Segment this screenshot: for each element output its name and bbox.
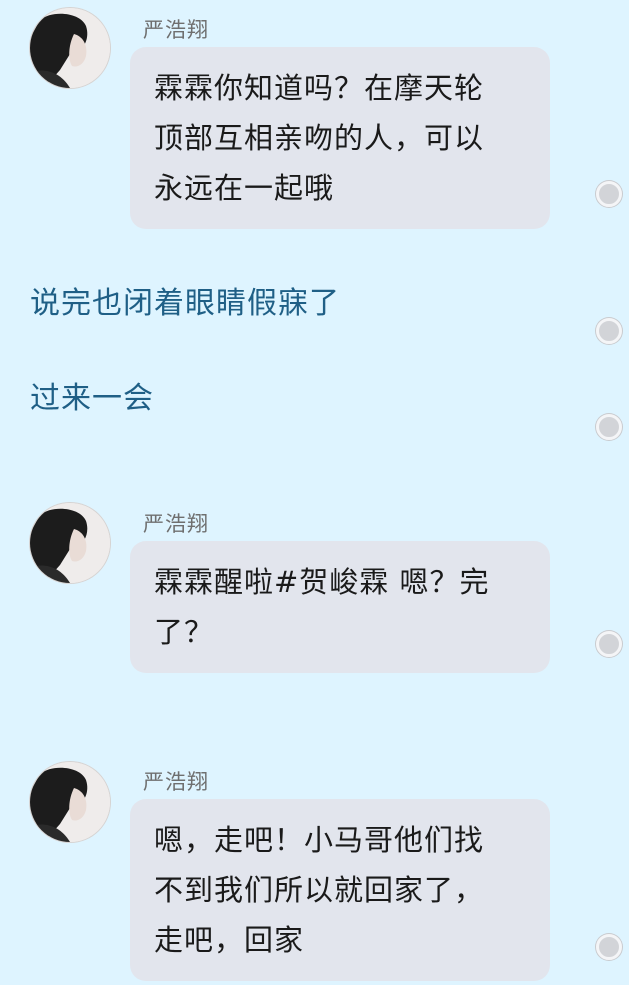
message-line: 走吧，回家 — [154, 923, 305, 957]
message-line: 霖霖醒啦#贺峻霖 嗯？完 — [154, 565, 490, 599]
profile-avatar-icon — [30, 503, 110, 583]
message-line: 永远在一起哦 — [154, 171, 335, 205]
profile-avatar-icon — [30, 762, 110, 842]
message-line: 了？ — [154, 615, 215, 649]
message-line: 霖霖你知道吗？在摩天轮 — [154, 71, 485, 105]
sender-name: 严浩翔 — [143, 770, 209, 794]
comment-dot-icon[interactable] — [596, 934, 622, 960]
message-line: 不到我们所以就回家了， — [154, 873, 485, 907]
narration-text: 说完也闭着眼睛假寐了 — [30, 286, 340, 321]
message-bubble[interactable]: 嗯，走吧！小马哥他们找 不到我们所以就回家了， 走吧，回家 — [130, 799, 550, 981]
comment-dot-icon[interactable] — [596, 318, 622, 344]
sender-name: 严浩翔 — [143, 18, 209, 42]
narration-text: 过来一会 — [30, 381, 154, 416]
avatar[interactable] — [30, 762, 110, 842]
comment-dot-icon[interactable] — [596, 631, 622, 657]
comment-dot-icon[interactable] — [596, 181, 622, 207]
avatar[interactable] — [30, 503, 110, 583]
profile-avatar-icon — [30, 8, 110, 88]
message-bubble[interactable]: 霖霖你知道吗？在摩天轮 顶部互相亲吻的人，可以 永远在一起哦 — [130, 47, 550, 229]
sender-name: 严浩翔 — [143, 512, 209, 536]
message-line: 顶部互相亲吻的人，可以 — [154, 121, 485, 155]
comment-dot-icon[interactable] — [596, 414, 622, 440]
avatar[interactable] — [30, 8, 110, 88]
message-line: 嗯，走吧！小马哥他们找 — [154, 823, 485, 857]
message-bubble[interactable]: 霖霖醒啦#贺峻霖 嗯？完 了？ — [130, 541, 550, 673]
